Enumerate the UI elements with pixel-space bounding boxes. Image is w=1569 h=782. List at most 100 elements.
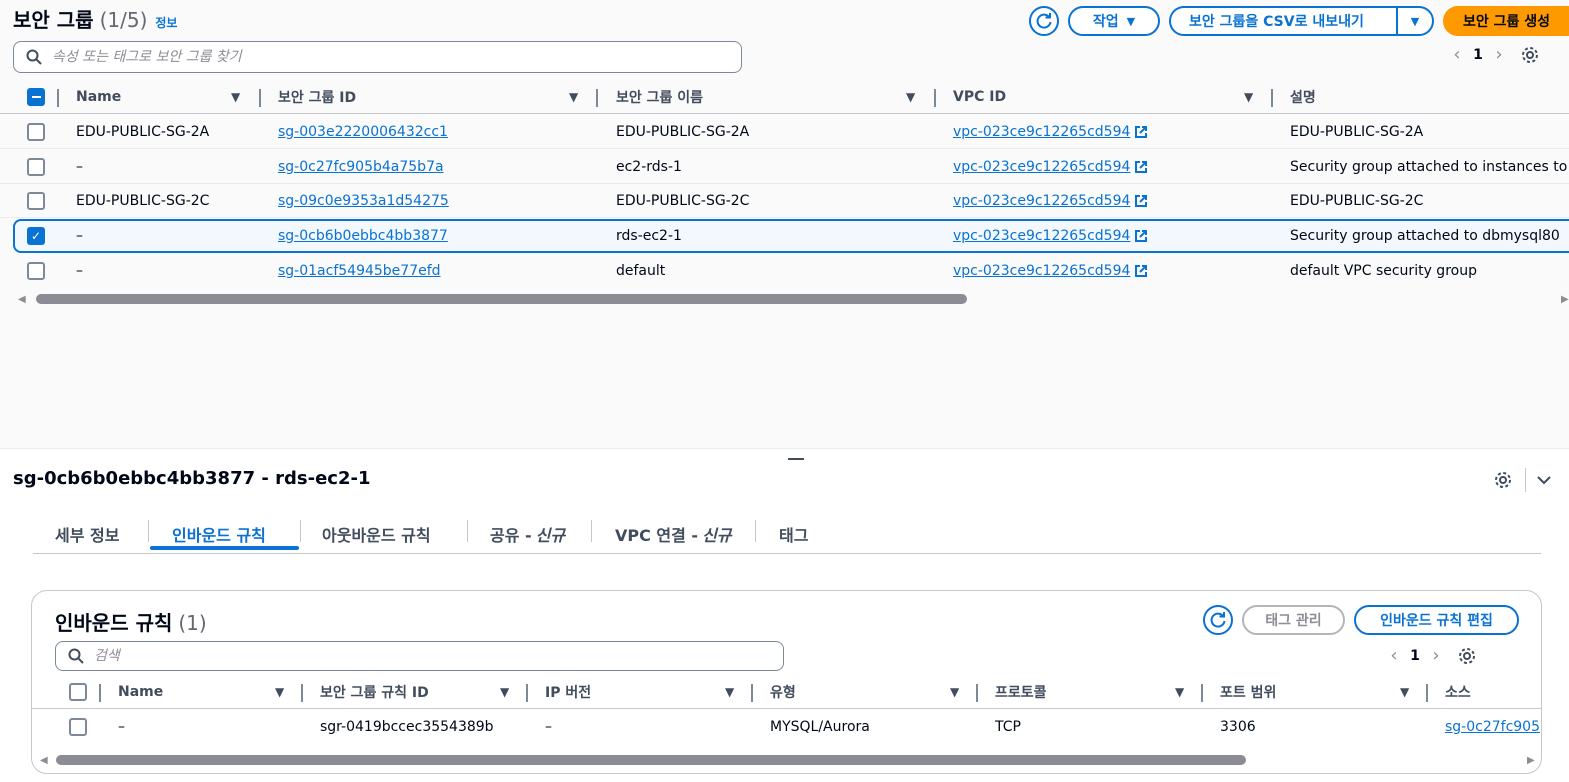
- row-checkbox[interactable]: [27, 262, 45, 280]
- horizontal-scrollbar[interactable]: ◀ ▶: [18, 294, 1569, 305]
- security-group-search[interactable]: [13, 41, 742, 73]
- table-row[interactable]: EDU-PUBLIC-SG-2A sg-003e2220006432cc1 ED…: [0, 115, 1569, 149]
- previous-page-icon[interactable]: ‹: [1442, 44, 1472, 65]
- column-header-group-name[interactable]: 보안 그룹 이름: [616, 80, 703, 114]
- sort-caret-icon[interactable]: ▼: [1175, 685, 1184, 699]
- external-link-icon[interactable]: [1134, 160, 1148, 174]
- sort-caret-icon[interactable]: ▼: [725, 685, 734, 699]
- next-page-icon[interactable]: ›: [1421, 645, 1451, 666]
- external-link-icon[interactable]: [1134, 125, 1148, 139]
- security-group-id-link[interactable]: sg-0cb6b0ebbc4bb3877: [278, 228, 448, 244]
- column-divider[interactable]: [1271, 89, 1273, 107]
- column-divider[interactable]: [259, 89, 261, 107]
- vpc-id-link[interactable]: vpc-023ce9c12265cd594: [953, 159, 1130, 175]
- scroll-left-icon[interactable]: ◀: [18, 294, 26, 305]
- inbound-search-input[interactable]: [94, 648, 738, 664]
- external-link-icon[interactable]: [1134, 194, 1148, 208]
- sort-caret-icon[interactable]: ▼: [1244, 90, 1253, 104]
- select-all-checkbox[interactable]: [69, 683, 87, 701]
- column-divider[interactable]: [526, 684, 528, 702]
- tab-sharing[interactable]: 공유 - 신규: [490, 514, 565, 554]
- detail-settings-gear-icon[interactable]: [1493, 470, 1513, 490]
- sort-caret-icon[interactable]: ▼: [500, 685, 509, 699]
- row-checkbox-checked[interactable]: ✓: [27, 227, 45, 245]
- security-group-id-link[interactable]: sg-0c27fc905b4a75b7a: [278, 159, 444, 175]
- manage-tags-button[interactable]: 태그 관리: [1242, 605, 1345, 635]
- external-link-icon[interactable]: [1134, 264, 1148, 278]
- column-divider[interactable]: [1201, 684, 1203, 702]
- security-group-id-link[interactable]: sg-09c0e9353a1d54275: [278, 193, 449, 209]
- scroll-left-icon[interactable]: ◀: [40, 755, 48, 766]
- table-row[interactable]: – sg-0c27fc905b4a75b7a ec2-rds-1 vpc-023…: [0, 150, 1569, 184]
- sort-caret-icon[interactable]: ▼: [231, 90, 240, 104]
- row-checkbox[interactable]: [27, 123, 45, 141]
- tab-tags[interactable]: 태그: [779, 514, 808, 554]
- external-link-icon[interactable]: [1134, 229, 1148, 243]
- inbound-rules-search[interactable]: [55, 641, 784, 671]
- sort-caret-icon[interactable]: ▼: [1400, 685, 1409, 699]
- search-input[interactable]: [52, 49, 696, 65]
- previous-page-icon[interactable]: ‹: [1379, 645, 1409, 666]
- info-link[interactable]: 정보: [155, 14, 177, 31]
- vpc-id-link[interactable]: vpc-023ce9c12265cd594: [953, 263, 1130, 279]
- column-divider[interactable]: [99, 684, 101, 702]
- column-divider[interactable]: [934, 89, 936, 107]
- column-header-description[interactable]: 설명: [1290, 80, 1316, 114]
- column-header-protocol[interactable]: 프로토콜: [995, 675, 1047, 709]
- column-header-type[interactable]: 유형: [770, 675, 796, 709]
- column-divider[interactable]: [1426, 684, 1428, 702]
- column-divider[interactable]: [57, 89, 59, 107]
- column-header-port-range[interactable]: 포트 범위: [1220, 675, 1276, 709]
- row-checkbox[interactable]: [69, 718, 87, 736]
- rule-source-link[interactable]: sg-0c27fc905: [1445, 719, 1540, 735]
- actions-dropdown-button[interactable]: 작업 ▼: [1068, 6, 1160, 36]
- current-page[interactable]: 1: [1409, 648, 1421, 664]
- edit-inbound-rules-button[interactable]: 인바운드 규칙 편집: [1354, 605, 1519, 635]
- security-group-id-link[interactable]: sg-01acf54945be77efd: [278, 263, 441, 279]
- row-checkbox[interactable]: [27, 158, 45, 176]
- sort-caret-icon[interactable]: ▼: [275, 685, 284, 699]
- sort-caret-icon[interactable]: ▼: [906, 90, 915, 104]
- column-header-vpc-id[interactable]: VPC ID: [953, 80, 1006, 114]
- resize-handle-icon[interactable]: [788, 458, 804, 460]
- inbound-horizontal-scrollbar[interactable]: ◀ ▶: [40, 755, 1537, 766]
- table-row[interactable]: – sg-01acf54945be77efd default vpc-023ce…: [0, 254, 1569, 288]
- column-divider[interactable]: [976, 684, 978, 702]
- inbound-refresh-button[interactable]: [1203, 605, 1233, 635]
- column-divider[interactable]: [751, 684, 753, 702]
- column-header-name[interactable]: Name: [118, 675, 163, 709]
- inbound-table-row[interactable]: – sgr-0419bccec3554389b – MYSQL/Aurora T…: [32, 710, 1541, 744]
- column-header-rule-id[interactable]: 보안 그룹 규칙 ID: [320, 675, 429, 709]
- select-all-checkbox[interactable]: [27, 88, 45, 106]
- export-dropdown-caret-icon[interactable]: ▼: [1396, 8, 1432, 34]
- column-header-name[interactable]: Name: [76, 80, 121, 114]
- tab-vpc-association[interactable]: VPC 연결 - 신규: [615, 514, 732, 554]
- column-divider[interactable]: [596, 89, 598, 107]
- security-group-id-link[interactable]: sg-003e2220006432cc1: [278, 124, 448, 140]
- refresh-button[interactable]: [1029, 6, 1059, 36]
- scrollbar-thumb[interactable]: [36, 294, 967, 304]
- column-divider[interactable]: [301, 684, 303, 702]
- vpc-id-link[interactable]: vpc-023ce9c12265cd594: [953, 193, 1130, 209]
- vpc-id-link[interactable]: vpc-023ce9c12265cd594: [953, 228, 1130, 244]
- sort-caret-icon[interactable]: ▼: [950, 685, 959, 699]
- column-header-ip-version[interactable]: IP 버전: [545, 675, 591, 709]
- settings-gear-icon[interactable]: [1457, 646, 1477, 666]
- create-security-group-button[interactable]: 보안 그룹 생성: [1443, 6, 1569, 36]
- vpc-id-link[interactable]: vpc-023ce9c12265cd594: [953, 124, 1130, 140]
- scroll-right-icon[interactable]: ▶: [1561, 294, 1569, 305]
- collapse-chevron-down-icon[interactable]: [1536, 472, 1552, 488]
- current-page[interactable]: 1: [1472, 47, 1484, 63]
- tab-outbound-rules[interactable]: 아웃바운드 규칙: [322, 514, 431, 554]
- table-row[interactable]: EDU-PUBLIC-SG-2C sg-09c0e9353a1d54275 ED…: [0, 184, 1569, 218]
- column-header-source[interactable]: 소스: [1445, 675, 1471, 709]
- next-page-icon[interactable]: ›: [1484, 44, 1514, 65]
- sort-caret-icon[interactable]: ▼: [569, 90, 578, 104]
- select-all-cell[interactable]: [27, 80, 45, 114]
- row-checkbox[interactable]: [27, 192, 45, 210]
- table-row-selected[interactable]: ✓ – sg-0cb6b0ebbc4bb3877 rds-ec2-1 vpc-0…: [13, 219, 1569, 253]
- export-csv-button[interactable]: 보안 그룹을 CSV로 내보내기 ▼: [1169, 6, 1434, 36]
- scroll-right-icon[interactable]: ▶: [1527, 755, 1535, 766]
- settings-gear-icon[interactable]: [1520, 45, 1540, 65]
- scrollbar-thumb[interactable]: [56, 755, 1246, 765]
